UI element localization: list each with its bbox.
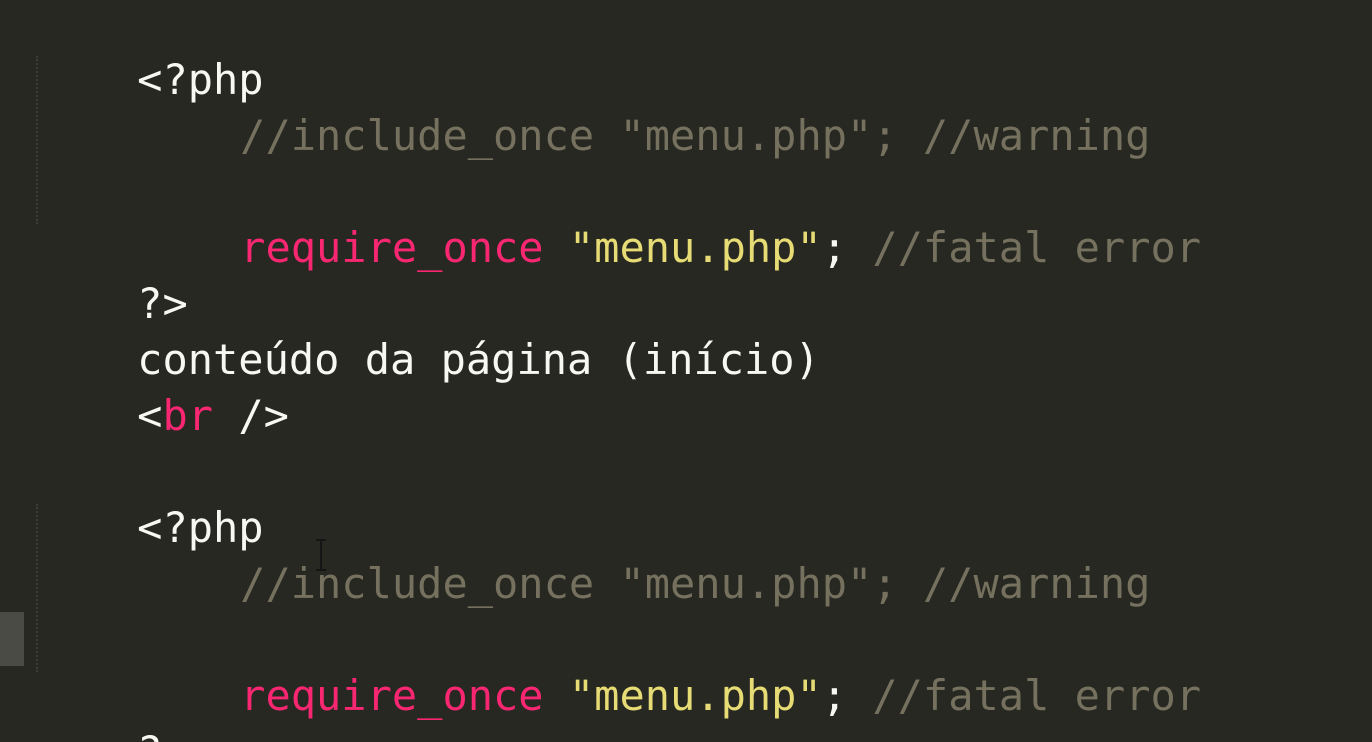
code-line[interactable]: //include_once "menu.php"; //warning	[36, 52, 1150, 160]
code-line[interactable]: require_once "menu.php"; //fatal error	[36, 164, 1201, 272]
string-literal: "menu.php"	[568, 671, 822, 720]
keyword-require-once: require_once	[240, 671, 544, 720]
code-editor[interactable]: <?php //include_once "menu.php"; //warni…	[0, 0, 1372, 742]
code-line[interactable]: <?php	[36, 444, 263, 552]
comment-fatal-error: //fatal error	[847, 671, 1202, 720]
code-line[interactable]: ?>	[36, 668, 188, 742]
html-tag-br: br	[162, 391, 214, 440]
code-line[interactable]: require_once "menu.php"; //fatal error	[36, 612, 1201, 720]
keyword-require-once: require_once	[240, 223, 544, 272]
code-line[interactable]: //include_once "menu.php"; //warning	[36, 500, 1150, 608]
comment-include-once: //include_once "menu.php"; //warning	[240, 111, 1151, 160]
comment-include-once: //include_once "menu.php"; //warning	[240, 559, 1151, 608]
current-line-marker	[0, 612, 24, 666]
semicolon: ;	[821, 223, 848, 272]
code-line[interactable]: conteúdo da página (início)	[36, 276, 820, 384]
text-cursor-icon	[316, 539, 326, 571]
code-line[interactable]: <?php	[36, 0, 263, 104]
code-line[interactable]: ?>	[36, 220, 188, 328]
code-line[interactable]: <br />	[36, 332, 289, 440]
php-close-tag: ?>	[137, 727, 188, 742]
semicolon: ;	[821, 671, 848, 720]
comment-fatal-error: //fatal error	[847, 223, 1202, 272]
string-literal: "menu.php"	[568, 223, 822, 272]
